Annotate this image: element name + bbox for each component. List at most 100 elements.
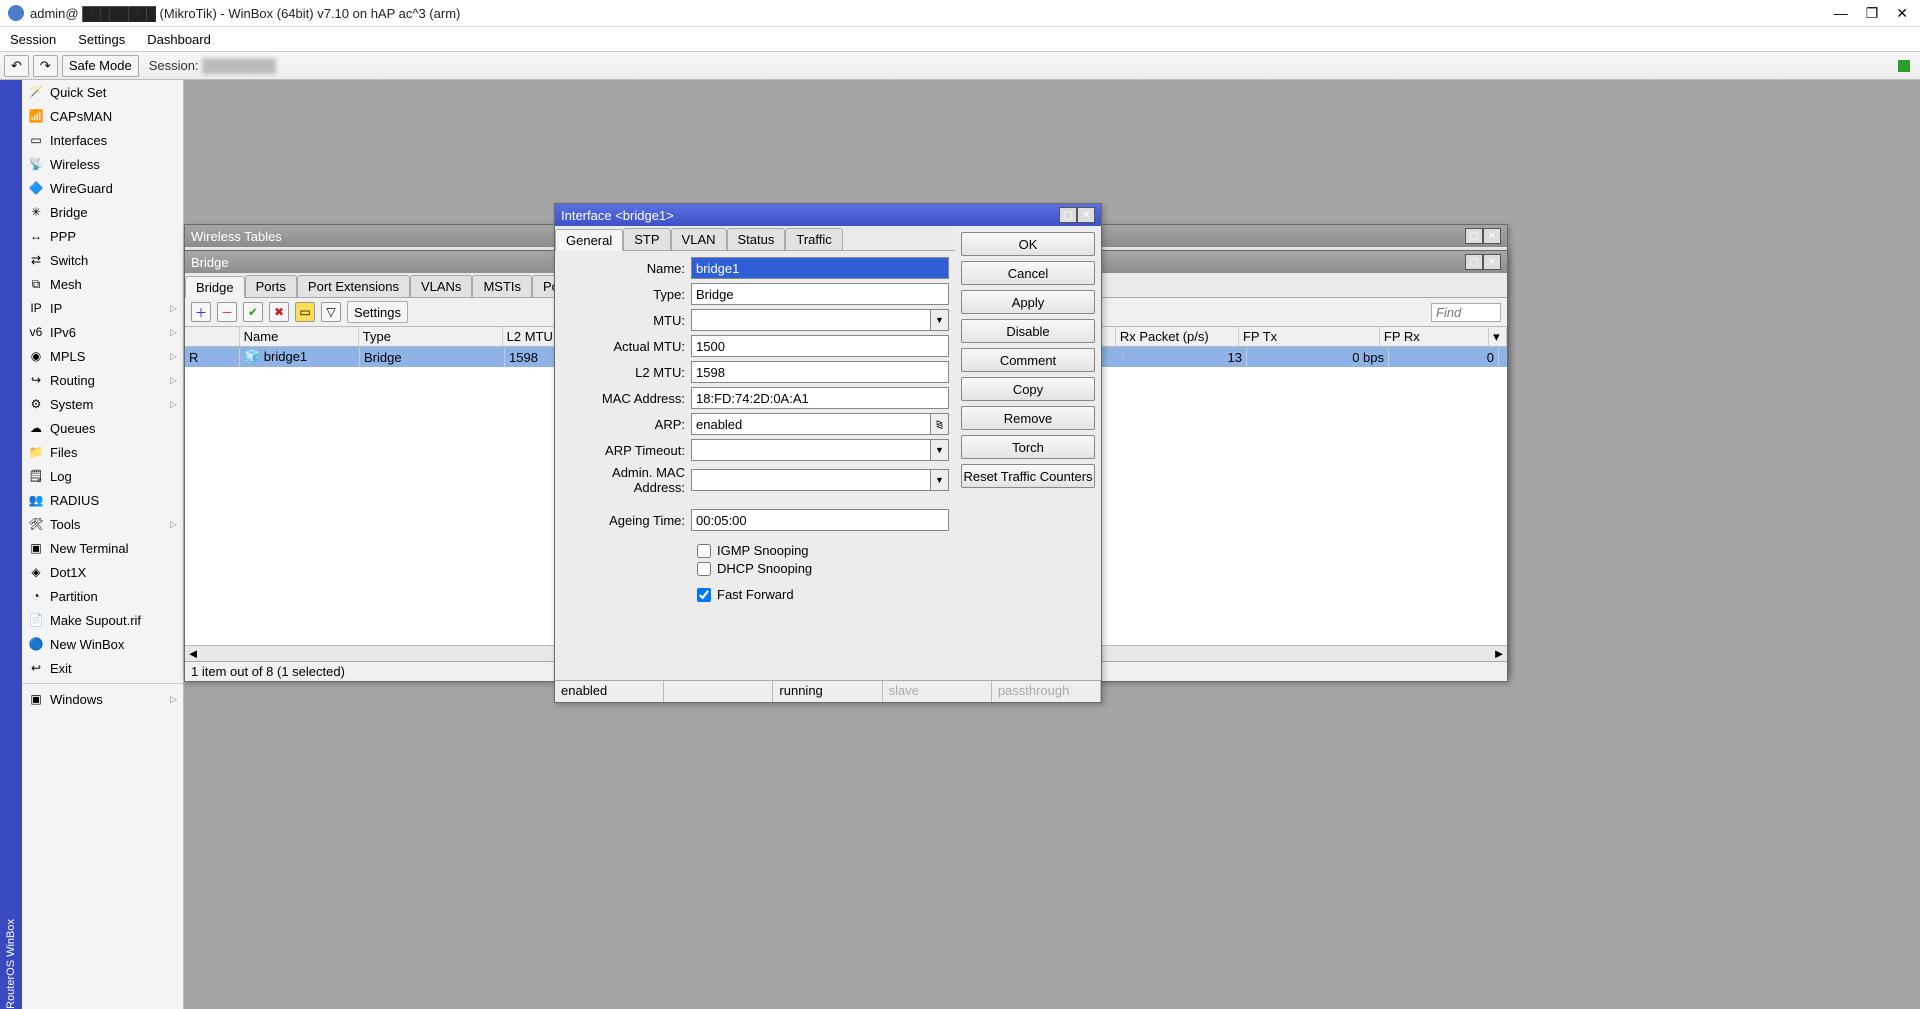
safe-mode-button[interactable]: Safe Mode: [62, 55, 139, 77]
filter-button[interactable]: ▽: [321, 302, 341, 322]
disable-button[interactable]: Disable: [961, 319, 1095, 343]
sidebar-item-ppp[interactable]: ↔PPP: [22, 224, 183, 248]
sidebar-item-new-winbox[interactable]: 🔵New WinBox: [22, 632, 183, 656]
sidebar-item-wireless[interactable]: 📡Wireless: [22, 152, 183, 176]
sidebar-item-routing[interactable]: ↪Routing▷: [22, 368, 183, 392]
fast-forward-checkbox[interactable]: [697, 588, 711, 602]
sidebar-item-dot1x[interactable]: ◈Dot1X: [22, 560, 183, 584]
tab-status[interactable]: Status: [727, 228, 786, 250]
comment-button[interactable]: Comment: [961, 348, 1095, 372]
sidebar-item-capsman[interactable]: 📶CAPsMAN: [22, 104, 183, 128]
ageing-time-input[interactable]: [691, 509, 949, 531]
torch-button[interactable]: Torch: [961, 435, 1095, 459]
sidebar-item-queues[interactable]: ☁Queues: [22, 416, 183, 440]
l2mtu-field: [691, 361, 949, 383]
name-input[interactable]: [691, 257, 949, 279]
maximize-button[interactable]: ❐: [1866, 5, 1879, 22]
col-header[interactable]: Name: [240, 327, 359, 346]
sidebar-item-system[interactable]: ⚙System▷: [22, 392, 183, 416]
sidebar-item-mesh[interactable]: ⧉Mesh: [22, 272, 183, 296]
find-input[interactable]: [1431, 303, 1501, 322]
admin-mac-input[interactable]: [691, 469, 931, 491]
type-field: [691, 283, 949, 305]
sidebar-icon: 📶: [28, 108, 44, 124]
menu-dashboard[interactable]: Dashboard: [147, 32, 211, 47]
mtu-dropdown-icon[interactable]: ▼: [931, 309, 949, 331]
tab-vlans[interactable]: VLANs: [410, 275, 472, 297]
sidebar-item-radius[interactable]: 👥RADIUS: [22, 488, 183, 512]
arp-timeout-input[interactable]: [691, 439, 931, 461]
sidebar-item-new-terminal[interactable]: ▣New Terminal: [22, 536, 183, 560]
cancel-button[interactable]: Cancel: [961, 261, 1095, 285]
arp-dropdown-icon[interactable]: ⧎: [931, 413, 949, 435]
col-header[interactable]: FP Rx: [1380, 327, 1489, 346]
columns-dropdown-icon[interactable]: ▾: [1489, 327, 1507, 346]
tab-traffic[interactable]: Traffic: [785, 228, 842, 250]
sidebar-item-exit[interactable]: ↩Exit: [22, 656, 183, 680]
close-button[interactable]: ✕: [1896, 5, 1908, 22]
sidebar-item-ip[interactable]: IPIP▷: [22, 296, 183, 320]
arp-select[interactable]: [691, 413, 931, 435]
tab-ports[interactable]: Ports: [245, 275, 297, 297]
tab-port-extensions[interactable]: Port Extensions: [297, 275, 410, 297]
tab-bridge[interactable]: Bridge: [185, 276, 245, 298]
sidebar-item-partition[interactable]: ◔Partition: [22, 584, 183, 608]
sidebar-item-label: Switch: [50, 253, 88, 268]
admin-mac-dropdown-icon[interactable]: ▼: [931, 469, 949, 491]
sidebar-item-interfaces[interactable]: ▭Interfaces: [22, 128, 183, 152]
sidebar-item-quick-set[interactable]: 🪄Quick Set: [22, 80, 183, 104]
tab-stp[interactable]: STP: [623, 228, 670, 250]
sidebar-item-files[interactable]: 📁Files: [22, 440, 183, 464]
col-header[interactable]: Rx Packet (p/s): [1116, 327, 1239, 346]
sidebar-item-make-supout-rif[interactable]: 📄Make Supout.rif: [22, 608, 183, 632]
tab-general[interactable]: General: [555, 229, 623, 251]
apply-button[interactable]: Apply: [961, 290, 1095, 314]
sidebar-item-tools[interactable]: 🛠Tools▷: [22, 512, 183, 536]
sidebar-item-log[interactable]: 🗒Log: [22, 464, 183, 488]
wl-close-button[interactable]: ✕: [1483, 228, 1501, 244]
remove-button[interactable]: －: [217, 302, 237, 322]
sidebar-item-ipv6[interactable]: v6IPv6▷: [22, 320, 183, 344]
igmp-snooping-checkbox[interactable]: [697, 544, 711, 558]
interface-status-bar: enabled running slave passthrough: [555, 680, 1101, 702]
dhcp-snooping-checkbox[interactable]: [697, 562, 711, 576]
mtu-input[interactable]: [691, 309, 931, 331]
sidebar-item-label: New WinBox: [50, 637, 124, 652]
chevron-right-icon: ▷: [170, 694, 177, 705]
col-header[interactable]: FP Tx: [1239, 327, 1380, 346]
enable-button[interactable]: ✔: [243, 302, 263, 322]
undo-button[interactable]: ↶: [4, 55, 29, 77]
ok-button[interactable]: OK: [961, 232, 1095, 256]
copy-button[interactable]: Copy: [961, 377, 1095, 401]
bridge-up-button[interactable]: ▢: [1465, 254, 1483, 270]
minimize-button[interactable]: —: [1834, 5, 1848, 22]
sidebar-item-label: Queues: [50, 421, 96, 436]
arp-timeout-dropdown-icon[interactable]: ▼: [931, 439, 949, 461]
iface-up-button[interactable]: ▢: [1059, 207, 1077, 223]
tab-vlan[interactable]: VLAN: [671, 228, 727, 250]
iface-close-button[interactable]: ✕: [1077, 207, 1095, 223]
label-mtu: MTU:: [561, 313, 691, 328]
comment-button[interactable]: ▭: [295, 302, 315, 322]
sidebar-item-mpls[interactable]: ◉MPLS▷: [22, 344, 183, 368]
menu-settings[interactable]: Settings: [78, 32, 125, 47]
col-header[interactable]: Type: [359, 327, 503, 346]
col-header[interactable]: L2 MTU: [503, 327, 561, 346]
col-header[interactable]: [185, 327, 240, 346]
disable-button[interactable]: ✖: [269, 302, 289, 322]
settings-button[interactable]: Settings: [347, 301, 408, 323]
bridge-close-button[interactable]: ✕: [1483, 254, 1501, 270]
sidebar-item-switch[interactable]: ⇄Switch: [22, 248, 183, 272]
reset-traffic-counters-button[interactable]: Reset Traffic Counters: [961, 464, 1095, 488]
dialog-interface-bridge1[interactable]: Interface <bridge1> ▢✕ GeneralSTPVLANSta…: [554, 203, 1102, 703]
sidebar-item-bridge[interactable]: ✳Bridge: [22, 200, 183, 224]
tab-mstis[interactable]: MSTIs: [472, 275, 532, 297]
sidebar-item-wireguard[interactable]: 🔷WireGuard: [22, 176, 183, 200]
sidebar-icon: 🪄: [28, 84, 44, 100]
add-button[interactable]: ＋: [191, 302, 211, 322]
redo-button[interactable]: ↷: [33, 55, 58, 77]
menu-session[interactable]: Session: [10, 32, 56, 47]
wl-up-button[interactable]: ▢: [1465, 228, 1483, 244]
remove-button[interactable]: Remove: [961, 406, 1095, 430]
sidebar-item-windows[interactable]: ▣Windows▷: [22, 687, 183, 711]
